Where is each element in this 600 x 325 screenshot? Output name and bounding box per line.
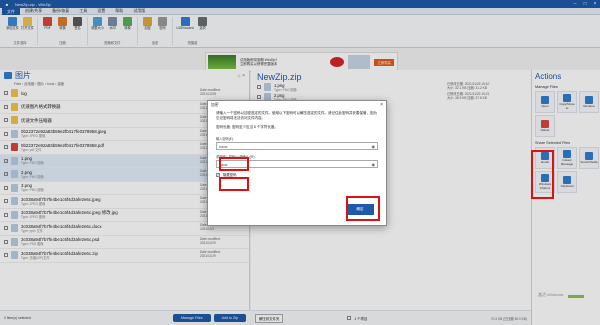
dialog-message: 请输入一个密码以加密选定的文件。使用以下密码可以解压选定的文件。请记住此密码并妥… — [216, 111, 377, 120]
highlight-box — [219, 157, 249, 171]
highlight-box — [531, 150, 554, 199]
hide-password-checkbox[interactable]: ✓ — [216, 172, 220, 177]
highlight-box — [219, 177, 249, 191]
password-label: 输入密码(E): — [216, 137, 234, 141]
eye-icon[interactable]: ◉ — [372, 144, 376, 149]
password-field[interactable]: •••••• ◉ — [216, 142, 378, 150]
dialog-hint: 密码长度: 密码至少应当 8 个字符长度。 — [216, 125, 278, 129]
password-value: •••••• — [219, 143, 228, 149]
eye-icon[interactable]: ◉ — [372, 162, 376, 167]
close-icon[interactable]: × — [380, 102, 383, 108]
highlight-box — [346, 196, 380, 221]
dialog-title: 加密 — [211, 102, 219, 107]
